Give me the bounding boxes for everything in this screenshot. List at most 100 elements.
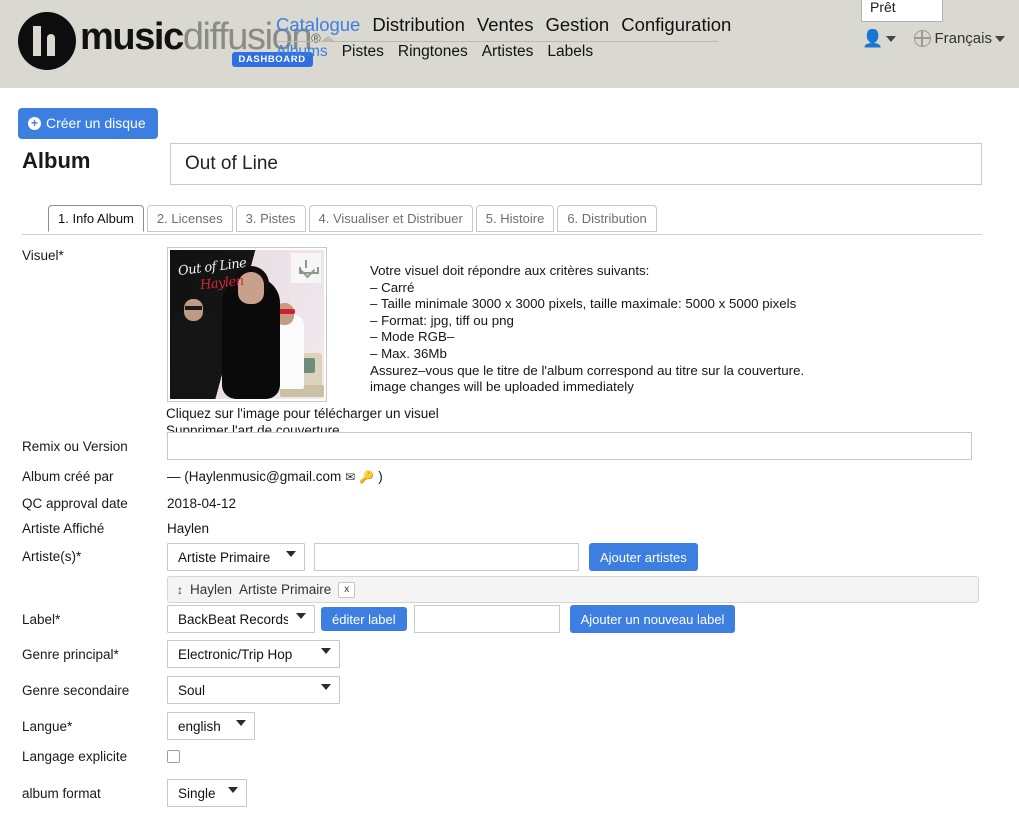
user-icon: 👤 — [862, 30, 883, 47]
sub-navigation: Albums Pistes Ringtones Artistes Labels — [276, 43, 607, 61]
album-cover-upload[interactable]: Out of Line Haylen — [167, 247, 327, 402]
form-row-visual: Visuel* Out of Line Haylen — [0, 248, 1019, 430]
artist-role-select[interactable]: Artiste Primaire — [167, 543, 305, 571]
language-menu[interactable]: Français — [914, 30, 1005, 47]
qc-date-value: 2018-04-12 — [167, 496, 236, 511]
subnav-item-ringtones[interactable]: Ringtones — [398, 43, 468, 61]
plus-circle-icon: + — [28, 117, 41, 130]
tab-distribution[interactable]: 6. Distribution — [557, 205, 656, 232]
visual-criteria-text: Votre visuel doit répondre aux critères … — [370, 263, 804, 396]
remix-input[interactable] — [167, 432, 972, 460]
form-row-album-format: album format Single — [0, 777, 1019, 813]
download-icon — [298, 260, 314, 276]
key-icon[interactable]: 🔑 — [359, 470, 374, 484]
globe-icon — [914, 30, 931, 47]
form-row-artists: Artiste(s)* Artiste Primaire Ajouter art… — [0, 543, 1019, 604]
form-row-qc-date: QC approval date 2018-04-12 — [0, 493, 1019, 518]
record-label-select[interactable]: BackBeat Records — [167, 605, 315, 633]
remove-artist-button[interactable]: x — [338, 582, 355, 598]
page-title: Album — [22, 148, 90, 174]
subnav-item-labels[interactable]: Labels — [547, 43, 593, 61]
user-menu[interactable]: 👤 — [862, 30, 896, 47]
label-qc-date: QC approval date — [22, 496, 128, 511]
secondary-genre-select-wrap: Soul — [167, 676, 340, 704]
form-row-display-artist: Artiste Affiché Haylen — [0, 518, 1019, 543]
main-genre-select[interactable]: Electronic/Trip Hop — [167, 640, 340, 668]
language-select[interactable]: english — [167, 712, 255, 740]
nav-divider — [276, 41, 718, 42]
form-row-language: Langue* english — [0, 710, 1019, 746]
created-by-email: — (Haylenmusic@gmail.com — [167, 469, 341, 484]
artist-name-input[interactable] — [314, 543, 579, 571]
album-cover-art: Out of Line Haylen — [170, 250, 324, 399]
secondary-genre-select[interactable]: Soul — [167, 676, 340, 704]
chevron-down-icon — [995, 36, 1005, 42]
subnav-item-artistes[interactable]: Artistes — [482, 43, 534, 61]
label-album-format: album format — [22, 786, 101, 801]
add-new-label-button[interactable]: Ajouter un nouveau label — [570, 605, 736, 633]
download-tray-icon — [299, 267, 319, 274]
album-format-select-wrap: Single — [167, 779, 247, 807]
edit-label-button[interactable]: éditer label — [321, 607, 407, 631]
artist-role-select-wrap: Artiste Primaire — [167, 543, 305, 571]
nav-item-catalogue[interactable]: Catalogue — [276, 14, 360, 36]
artist-list-item[interactable]: ↕ Haylen Artiste Primaire x — [167, 576, 979, 603]
subnav-item-pistes[interactable]: Pistes — [342, 43, 384, 61]
explicit-checkbox[interactable] — [167, 750, 180, 763]
drag-handle-icon[interactable]: ↕ — [177, 583, 183, 597]
artists-controls: Artiste Primaire Ajouter artistes — [167, 543, 698, 571]
form-row-label: Label* BackBeat Records éditer label Ajo… — [0, 604, 1019, 639]
add-artists-button[interactable]: Ajouter artistes — [589, 543, 698, 571]
tab-info-album[interactable]: 1. Info Album — [48, 205, 144, 232]
form-row-remix: Remix ou Version — [0, 430, 1019, 465]
logo-text-music: music — [80, 16, 183, 58]
label-main-genre: Genre principal* — [22, 647, 119, 662]
album-title-field[interactable]: Out of Line — [170, 143, 982, 185]
created-by-close-paren: ) — [378, 469, 383, 484]
tab-histoire[interactable]: 5. Histoire — [476, 205, 555, 232]
chevron-down-icon — [886, 36, 896, 42]
create-disc-button[interactable]: + Créer un disque — [18, 108, 158, 139]
subnav-item-albums[interactable]: Albums — [276, 43, 328, 61]
album-format-select[interactable]: Single — [167, 779, 247, 807]
form-row-main-genre: Genre principal* Electronic/Trip Hop — [0, 639, 1019, 674]
label-controls: BackBeat Records éditer label Ajouter un… — [167, 605, 735, 633]
tab-visualiser-distribuer[interactable]: 4. Visualiser et Distribuer — [309, 205, 473, 232]
tab-bar: 1. Info Album 2. Licenses 3. Pistes 4. V… — [48, 204, 657, 231]
new-label-input[interactable] — [414, 605, 560, 633]
nav-item-configuration[interactable]: Configuration — [621, 14, 731, 36]
main-navigation: Catalogue Distribution Ventes Gestion Config… — [276, 14, 743, 36]
label-artists: Artiste(s)* — [22, 549, 81, 564]
tab-licenses[interactable]: 2. Licenses — [147, 205, 233, 232]
nav-item-distribution[interactable]: Distribution — [372, 14, 465, 36]
tab-bar-divider — [22, 234, 982, 235]
download-cover-button[interactable] — [291, 253, 321, 283]
app-header: musicdiffusion® DASHBOARD CatalogueDistr… — [0, 0, 1019, 88]
label-created-by: Album créé par — [22, 469, 114, 484]
form-row-created-by: Album créé par — (Haylenmusic@gmail.com … — [0, 465, 1019, 493]
tab-pistes[interactable]: 3. Pistes — [236, 205, 306, 232]
logo-mark-icon — [18, 12, 76, 70]
nav-item-ventes[interactable]: Ventes — [477, 14, 534, 36]
cover-figure-left — [172, 313, 218, 391]
label-display-artist: Artiste Affiché — [22, 521, 104, 536]
cover-figure-left-head — [184, 299, 203, 321]
artist-item-role: Artiste Primaire — [239, 582, 331, 597]
header-right-controls: 👤 Français — [862, 30, 1005, 47]
artist-item-name: Haylen — [190, 582, 232, 597]
upload-visual-link[interactable]: Cliquez sur l'image pour télécharger un … — [166, 405, 439, 422]
label-secondary-genre: Genre secondaire — [22, 683, 129, 698]
status-indicator: Prêt — [861, 0, 943, 22]
language-select-wrap: english — [167, 712, 255, 740]
album-info-form: Visuel* Out of Line Haylen — [0, 248, 1019, 813]
label-explicit: Langage explicite — [22, 749, 127, 764]
nav-item-gestion[interactable]: Gestion — [545, 14, 609, 36]
main-genre-select-wrap: Electronic/Trip Hop — [167, 640, 340, 668]
label-record-label: Label* — [22, 612, 60, 627]
form-row-secondary-genre: Genre secondaire Soul — [0, 674, 1019, 710]
form-row-explicit: Langage explicite — [0, 746, 1019, 777]
mail-icon[interactable]: ✉ — [345, 470, 355, 484]
display-artist-value: Haylen — [167, 521, 209, 536]
created-by-value-group: — (Haylenmusic@gmail.com ✉ 🔑 ) — [167, 469, 383, 484]
cover-figure-left-sunglasses — [185, 306, 202, 310]
